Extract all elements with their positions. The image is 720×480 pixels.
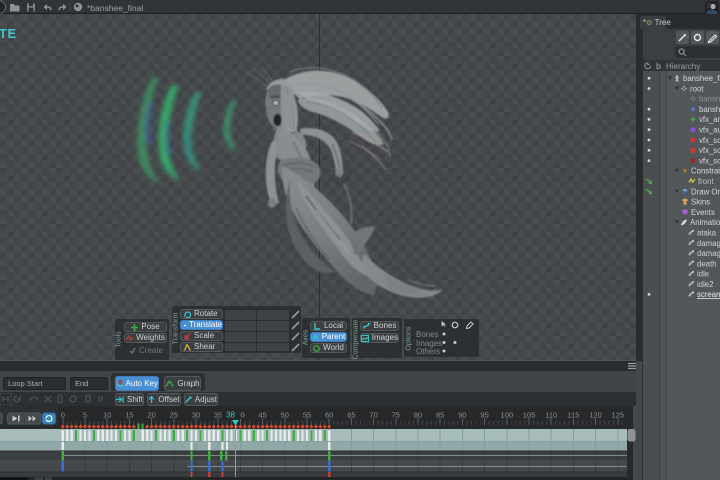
svg-text:scream: scream (697, 290, 720, 299)
svg-text:65: 65 (347, 411, 355, 420)
svg-text:125: 125 (612, 411, 625, 420)
svg-text:vfx_scr: vfx_scr (699, 136, 720, 145)
svg-text:20: 20 (147, 411, 155, 420)
svg-text:root: root (690, 84, 704, 93)
svg-text:38: 38 (226, 411, 235, 420)
svg-text:75: 75 (392, 411, 400, 420)
svg-text:Animations: Animations (690, 218, 720, 227)
svg-text:120: 120 (589, 411, 602, 420)
svg-text:idle2: idle2 (697, 280, 713, 289)
svg-text:30: 30 (192, 411, 200, 420)
svg-text:60: 60 (325, 411, 333, 420)
svg-text:85: 85 (436, 411, 444, 420)
svg-text:100: 100 (501, 411, 514, 420)
svg-text:Draw Order: Draw Order (691, 187, 720, 196)
svg-text:15: 15 (125, 411, 133, 420)
svg-text:0: 0 (61, 411, 65, 420)
svg-text:ataka: ataka (697, 229, 717, 238)
svg-text:Constraint: Constraint (691, 167, 720, 176)
svg-text:25: 25 (170, 411, 178, 420)
svg-text:90: 90 (458, 411, 466, 420)
svg-text:105: 105 (523, 411, 536, 420)
svg-text:vfx_sor: vfx_sor (699, 146, 720, 155)
svg-text:vfx_aur: vfx_aur (699, 126, 720, 135)
svg-text:115: 115 (567, 411, 579, 420)
svg-text:95: 95 (480, 411, 488, 420)
svg-text:vfx_arm: vfx_arm (699, 115, 720, 124)
svg-text:damage_s: damage_s (697, 249, 720, 258)
svg-text:front: front (698, 177, 714, 186)
svg-text:50: 50 (281, 411, 289, 420)
svg-text:banshee_fin: banshee_fin (683, 74, 720, 83)
svg-text:Skins: Skins (691, 198, 710, 207)
svg-text:vfx_sor: vfx_sor (699, 156, 720, 165)
svg-text:5: 5 (83, 411, 87, 420)
svg-text:bansh_: bansh_ (699, 95, 720, 104)
svg-text:55: 55 (303, 411, 311, 420)
svg-text:45: 45 (258, 411, 266, 420)
svg-text:death: death (697, 259, 717, 268)
svg-text:0: 0 (241, 411, 245, 420)
svg-text:70: 70 (369, 411, 377, 420)
svg-text:35: 35 (214, 411, 222, 420)
svg-text:10: 10 (103, 411, 111, 420)
svg-text:110: 110 (545, 411, 557, 420)
svg-text:80: 80 (414, 411, 422, 420)
svg-text:damage_f: damage_f (697, 239, 720, 248)
svg-text:banshee: banshee (699, 105, 720, 114)
svg-text:idle: idle (697, 270, 709, 279)
svg-text:Events: Events (691, 208, 715, 217)
